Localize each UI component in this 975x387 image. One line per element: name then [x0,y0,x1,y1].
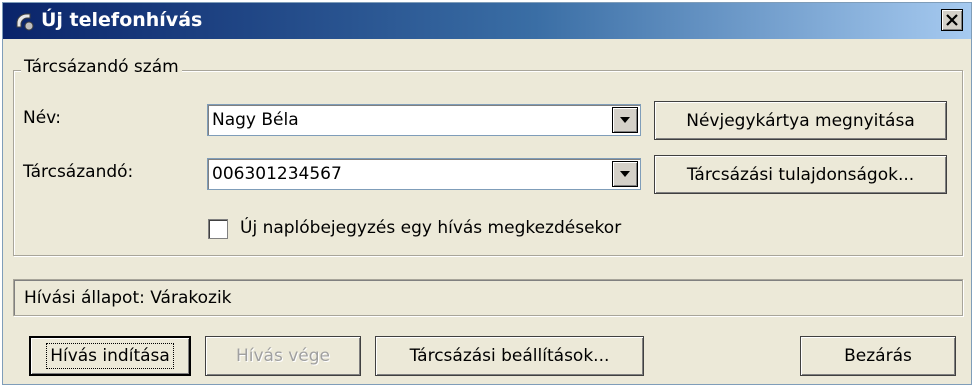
phone-icon [16,13,34,31]
start-call-button[interactable]: Hívás indítása [29,336,191,376]
dial-value: 006301234567 [212,164,342,184]
dial-dropdown-button[interactable] [612,161,638,187]
dial-combobox[interactable]: 006301234567 [207,158,641,190]
close-icon [946,14,958,26]
new-journal-label: Új naplóbejegyzés egy hívás megkezdéseko… [240,218,622,238]
new-call-dialog: Új telefonhívás Tárcsázandó szám Név: Na… [2,2,972,385]
window-title: Új telefonhívás [41,9,203,31]
name-label: Név: [23,108,62,128]
call-status-value: Várakozik [150,288,232,308]
open-contact-button[interactable]: Névjegykártya megnyitása [654,101,947,140]
name-value: Nagy Béla [212,110,299,130]
dial-settings-button[interactable]: Tárcsázási beállítások... [375,336,644,376]
dial-label: Tárcsázandó: [23,162,134,182]
call-status-text: Hívási állapot: Várakozik [24,288,232,308]
dial-properties-button[interactable]: Tárcsázási tulajdonságok... [654,155,947,194]
new-journal-checkbox[interactable] [208,219,228,239]
name-dropdown-button[interactable] [612,107,638,133]
name-combobox[interactable]: Nagy Béla [207,104,641,136]
close-button[interactable]: Bezárás [800,336,956,376]
chevron-down-icon [620,117,630,123]
title-bar: Új telefonhívás [3,3,971,39]
chevron-down-icon [620,171,630,177]
start-call-label: Hívás indítása [46,343,174,369]
call-status-label: Hívási állapot: [24,288,145,308]
group-legend: Tárcsázandó szám [21,57,182,77]
title-close-button[interactable] [941,9,963,31]
call-status-panel: Hívási állapot: Várakozik [13,279,963,316]
end-call-button[interactable]: Hívás vége [205,336,361,376]
